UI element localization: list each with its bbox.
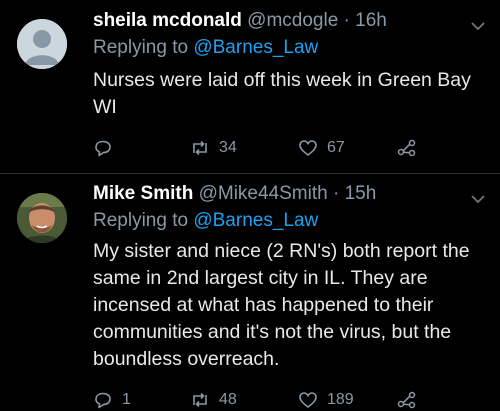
reply-icon <box>95 392 111 409</box>
tweet-text: My sister and niece (2 RN's) both report… <box>93 240 470 370</box>
share-icon <box>397 391 416 409</box>
share-button[interactable] <box>397 136 417 160</box>
retweet-icon <box>193 392 207 408</box>
like-count: 189 <box>327 391 354 408</box>
share-button[interactable] <box>397 388 417 411</box>
author-name[interactable]: sheila mcdonald <box>93 10 242 31</box>
handle-and-time[interactable]: @mcdogle · 16h <box>247 10 387 31</box>
reply-button[interactable]: 1 <box>93 388 131 411</box>
replying-prefix: Replying to <box>93 210 189 231</box>
author-name[interactable]: Mike Smith <box>93 183 193 204</box>
like-count: 67 <box>327 139 345 156</box>
profile-photo[interactable] <box>17 193 67 243</box>
tweet[interactable]: sheila mcdonald @mcdogle · 16h Replying … <box>0 0 500 173</box>
tweet-actions: 1 48 189 <box>0 388 500 411</box>
share-icon <box>397 139 416 157</box>
retweet-button[interactable]: 34 <box>190 136 237 160</box>
default-avatar-icon[interactable] <box>17 19 67 69</box>
like-icon <box>299 392 317 409</box>
chevron-down-icon[interactable] <box>470 193 486 205</box>
tweet[interactable]: Mike Smith @Mike44Smith · 15h Replying t… <box>0 173 500 411</box>
reply-button[interactable] <box>93 136 122 160</box>
replying-to-link[interactable]: @Barnes_Law <box>193 210 318 231</box>
retweet-count: 48 <box>219 391 237 408</box>
replying-to: Replying to @Barnes_Law <box>93 209 318 233</box>
tweet-actions: 34 67 <box>0 136 500 160</box>
like-icon <box>299 140 317 157</box>
chevron-down-icon[interactable] <box>470 20 486 32</box>
like-button[interactable]: 67 <box>298 136 345 160</box>
replying-prefix: Replying to <box>93 37 189 58</box>
handle-and-time[interactable]: @Mike44Smith · 15h <box>199 183 377 204</box>
tweet-header: Mike Smith @Mike44Smith · 15h <box>93 182 376 206</box>
tweet-text: Nurses were laid off this week in Green … <box>93 69 471 118</box>
reply-count: 1 <box>122 391 131 408</box>
like-button[interactable]: 189 <box>298 388 354 411</box>
replying-to-link[interactable]: @Barnes_Law <box>193 37 318 58</box>
retweet-icon <box>193 140 207 156</box>
retweet-button[interactable]: 48 <box>190 388 237 411</box>
retweet-count: 34 <box>219 139 237 156</box>
reply-icon <box>95 140 111 157</box>
replying-to: Replying to @Barnes_Law <box>93 36 318 60</box>
tweet-header: sheila mcdonald @mcdogle · 16h <box>93 9 387 33</box>
